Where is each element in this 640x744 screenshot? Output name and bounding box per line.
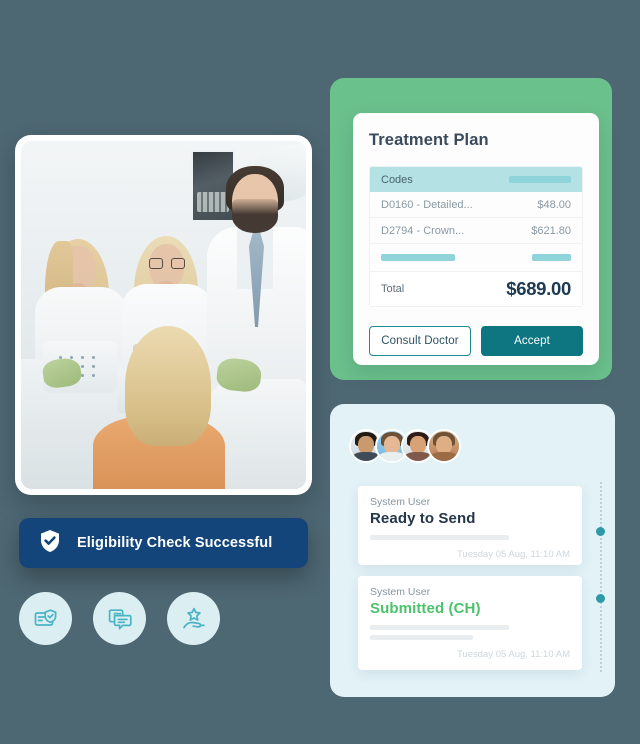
clinic-photo [21,141,306,489]
message-skeleton-bar [370,635,473,640]
shield-check-icon [39,529,61,558]
message-skeleton-bar [370,535,509,540]
photo-overlay [21,141,306,489]
cell-code: D0160 - Detailed... [381,198,473,211]
insurance-card-verified-icon[interactable] [19,592,72,645]
table-row-total: Total $689.00 [370,272,582,306]
message-status: Ready to Send [370,510,476,527]
message-skeleton-bar [370,625,509,630]
table-row-skeleton [370,244,582,272]
timeline-dotted-line [599,482,602,672]
timeline-dot [596,594,605,603]
message-timestamp: Tuesday 05 Aug, 11:10 AM [456,549,570,560]
skeleton-bar-amount [532,254,571,261]
message-timestamp: Tuesday 05 Aug, 11:10 AM [456,649,570,660]
clinic-photo-card [15,135,312,495]
total-label: Total [381,283,405,295]
skeleton-bar-code [381,254,455,261]
eligibility-banner[interactable]: Eligibility Check Successful [19,518,308,568]
billing-chat-icon[interactable]: $ [93,592,146,645]
app-stage: Eligibility Check Successful $ [0,0,640,744]
treatment-plan-title: Treatment Plan [369,131,489,149]
timeline-dot [596,527,605,536]
hand-star-icon[interactable] [167,592,220,645]
timeline-message-card[interactable]: System User Ready to Send Tuesday 05 Aug… [358,486,582,565]
timeline-message-card[interactable]: System User Submitted (CH) Tuesday 05 Au… [358,576,582,670]
column-header-placeholder-bar [509,176,571,183]
avatar[interactable] [427,429,461,463]
eligibility-banner-label: Eligibility Check Successful [77,535,273,551]
message-user: System User [370,586,431,598]
timeline-rail [596,482,605,672]
cell-amount: $48.00 [537,198,571,211]
column-header-codes: Codes [381,173,413,186]
consult-doctor-button[interactable]: Consult Doctor [369,326,471,356]
message-status: Submitted (CH) [370,600,481,617]
total-amount: $689.00 [506,278,571,299]
accept-button[interactable]: Accept [481,326,583,356]
cell-code: D2794 - Crown... [381,224,465,237]
table-row: D0160 - Detailed... $48.00 [370,192,582,218]
codes-table-header: Codes [370,167,582,192]
codes-table: Codes D0160 - Detailed... $48.00 D2794 -… [369,166,583,307]
cell-amount: $621.80 [531,224,571,237]
feature-icon-row: $ [19,592,220,645]
treatment-plan-actions: Consult Doctor Accept [369,326,583,356]
avatar-group [349,429,461,463]
message-user: System User [370,496,431,508]
table-row: D2794 - Crown... $621.80 [370,218,582,244]
activity-timeline-card: System User Ready to Send Tuesday 05 Aug… [330,404,615,697]
treatment-plan-card: Treatment Plan Codes D0160 - Detailed...… [353,113,599,365]
